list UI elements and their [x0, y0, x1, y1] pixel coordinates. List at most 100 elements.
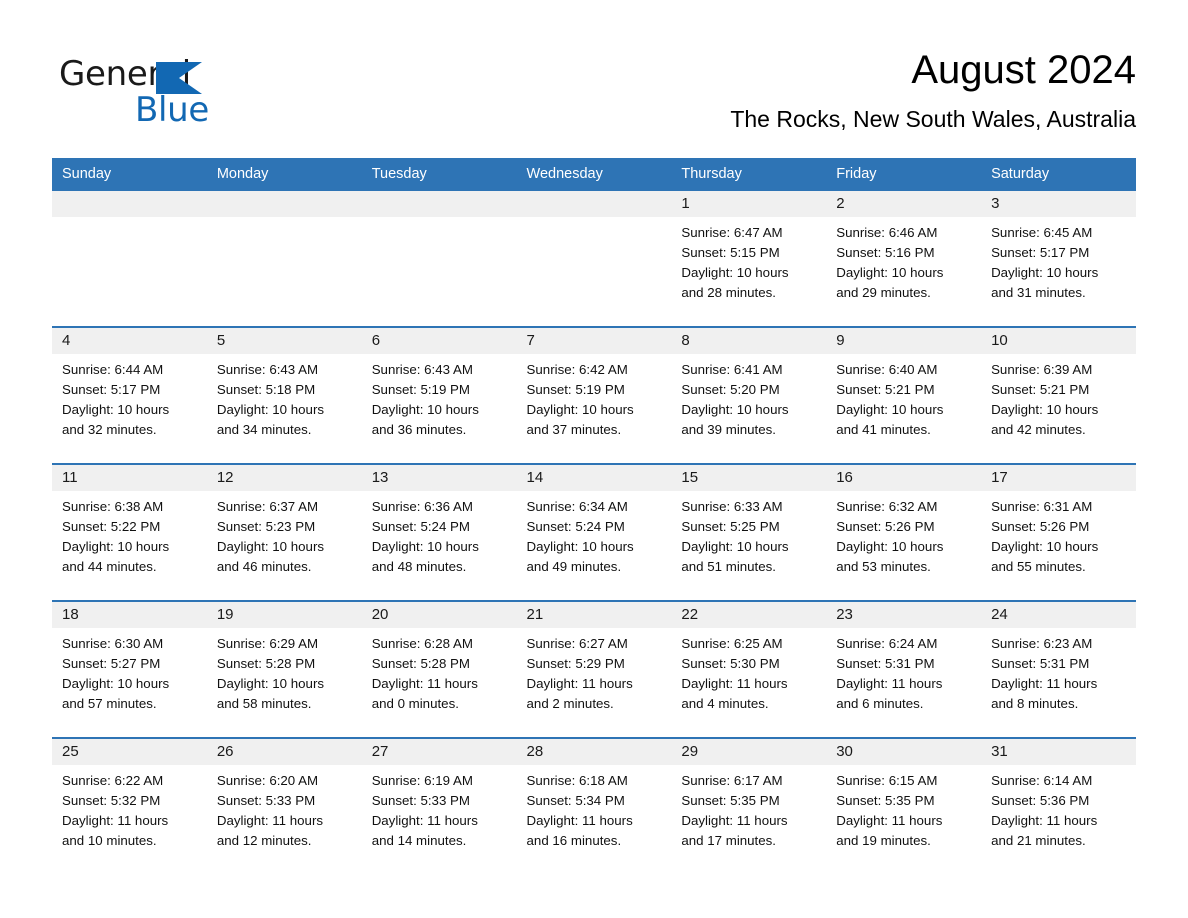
day-details: Sunrise: 6:34 AM Sunset: 5:24 PM Daylight:… — [517, 491, 672, 577]
sunset-text: Sunset: 5:17 PM — [991, 245, 1090, 260]
calendar-day-cell[interactable]: 1 Sunrise: 6:47 AM Sunset: 5:15 PM Daylight… — [671, 191, 827, 327]
daylight-text-line1: Daylight: 10 hours — [62, 539, 170, 554]
daylight-text-line2: and 29 minutes. — [836, 285, 931, 300]
calendar-day-cell[interactable]: 3 Sunrise: 6:45 AM Sunset: 5:17 PM Daylight… — [981, 191, 1136, 327]
column-header-friday: Friday — [826, 158, 982, 191]
calendar-day-cell[interactable]: 4 Sunrise: 6:44 AM Sunset: 5:17 PM Daylight… — [52, 326, 207, 464]
daylight-text-line1: Daylight: 11 hours — [681, 813, 788, 828]
page-subtitle: The Rocks, New South Wales, Australia — [730, 106, 1136, 132]
calendar-day-cell[interactable]: 19 Sunrise: 6:29 AM Sunset: 5:28 PM Dayligh… — [206, 600, 362, 738]
brand-logo[interactable]: General Blue — [59, 54, 319, 134]
calendar-day-cell[interactable]: 15 Sunrise: 6:33 AM Sunset: 5:25 PM Dayligh… — [671, 463, 827, 601]
calendar-day-cell[interactable]: 14 Sunrise: 6:34 AM Sunset: 5:24 PM Dayligh… — [516, 463, 672, 601]
calendar-day-cell[interactable]: 7 Sunrise: 6:42 AM Sunset: 5:19 PM Daylight… — [516, 326, 672, 464]
calendar-day-cell[interactable]: 6 Sunrise: 6:43 AM Sunset: 5:19 PM Daylight… — [361, 326, 517, 464]
sunset-text: Sunset: 5:15 PM — [681, 245, 780, 260]
calendar-cell-empty — [206, 191, 362, 327]
sunrise-text: Sunrise: 6:39 AM — [991, 362, 1093, 377]
daylight-text-line2: and 31 minutes. — [991, 285, 1086, 300]
daylight-text-line2: and 37 minutes. — [526, 422, 622, 437]
calendar-cell-empty — [361, 191, 517, 327]
calendar-day-cell[interactable]: 5 Sunrise: 6:43 AM Sunset: 5:18 PM Daylight… — [206, 326, 362, 464]
title-block: August 2024 The Rocks, New South Wales, … — [730, 44, 1136, 136]
calendar-day-cell[interactable]: 17 Sunrise: 6:31 AM Sunset: 5:26 PM Dayligh… — [981, 463, 1136, 601]
calendar-day-cell[interactable]: 13 Sunrise: 6:36 AM Sunset: 5:24 PM Dayligh… — [361, 463, 517, 601]
sunrise-text: Sunrise: 6:30 AM — [62, 636, 164, 651]
day-number: 8 — [671, 328, 827, 354]
day-number: 20 — [361, 602, 517, 628]
daylight-text-line2: and 14 minutes. — [371, 833, 467, 848]
daylight-text-line1: Daylight: 10 hours — [991, 265, 1099, 280]
sunset-text: Sunset: 5:24 PM — [371, 519, 470, 534]
calendar-cell-empty — [516, 191, 672, 327]
sunset-text: Sunset: 5:22 PM — [62, 519, 161, 534]
sunrise-text: Sunrise: 6:33 AM — [681, 499, 783, 514]
calendar-day-cell[interactable]: 18 Sunrise: 6:30 AM Sunset: 5:27 PM Dayligh… — [52, 600, 207, 738]
sunrise-text: Sunrise: 6:25 AM — [681, 636, 783, 651]
calendar-day-cell[interactable]: 28 Sunrise: 6:18 AM Sunset: 5:34 PM Dayligh… — [516, 737, 672, 874]
sunrise-text: Sunrise: 6:31 AM — [991, 499, 1093, 514]
calendar-day-cell[interactable]: 8 Sunrise: 6:41 AM Sunset: 5:20 PM Daylight… — [671, 326, 827, 464]
calendar-day-cell[interactable]: 29 Sunrise: 6:17 AM Sunset: 5:35 PM Dayligh… — [671, 737, 827, 874]
calendar-day-cell[interactable]: 20 Sunrise: 6:28 AM Sunset: 5:28 PM Dayligh… — [361, 600, 517, 738]
daylight-text-line2: and 51 minutes. — [681, 559, 776, 574]
daylight-text-line1: Daylight: 10 hours — [371, 539, 479, 554]
calendar-day-cell[interactable]: 30 Sunrise: 6:15 AM Sunset: 5:35 PM Dayligh… — [826, 737, 982, 874]
calendar-day-cell[interactable]: 9 Sunrise: 6:40 AM Sunset: 5:21 PM Daylight… — [826, 326, 982, 464]
sunset-text: Sunset: 5:26 PM — [836, 519, 935, 534]
calendar-day-cell[interactable]: 10 Sunrise: 6:39 AM Sunset: 5:21 PM Dayligh… — [981, 326, 1136, 464]
day-number: 2 — [826, 191, 982, 217]
daylight-text-line1: Daylight: 10 hours — [681, 539, 789, 554]
calendar-day-cell[interactable]: 21 Sunrise: 6:27 AM Sunset: 5:29 PM Dayligh… — [516, 600, 672, 738]
day-number: 9 — [826, 328, 982, 354]
calendar-day-cell[interactable]: 25 Sunrise: 6:22 AM Sunset: 5:32 PM Dayligh… — [52, 737, 207, 874]
calendar-day-cell[interactable]: 16 Sunrise: 6:32 AM Sunset: 5:26 PM Dayligh… — [826, 463, 982, 601]
sunrise-text: Sunrise: 6:41 AM — [681, 362, 783, 377]
calendar-day-cell[interactable]: 22 Sunrise: 6:25 AM Sunset: 5:30 PM Dayligh… — [671, 600, 827, 738]
calendar-day-cell[interactable]: 31 Sunrise: 6:14 AM Sunset: 5:36 PM Dayligh… — [981, 737, 1136, 874]
sunrise-text: Sunrise: 6:43 AM — [371, 362, 473, 377]
daylight-text-line2: and 34 minutes. — [216, 422, 312, 437]
day-details: Sunrise: 6:39 AM Sunset: 5:21 PM Daylight:… — [981, 354, 1136, 440]
daylight-text-line2: and 6 minutes. — [836, 696, 924, 711]
daylight-text-line2: and 55 minutes. — [991, 559, 1086, 574]
sunset-text: Sunset: 5:20 PM — [681, 382, 780, 397]
calendar-day-cell[interactable]: 26 Sunrise: 6:20 AM Sunset: 5:33 PM Dayligh… — [206, 737, 362, 874]
day-number: 6 — [361, 328, 517, 354]
day-number: 10 — [981, 328, 1136, 354]
sunset-text: Sunset: 5:26 PM — [991, 519, 1090, 534]
column-header-sunday: Sunday — [52, 158, 207, 191]
sunrise-text: Sunrise: 6:28 AM — [371, 636, 473, 651]
daylight-text-line2: and 0 minutes. — [371, 696, 459, 711]
daylight-text-line1: Daylight: 10 hours — [62, 402, 170, 417]
calendar-day-cell[interactable]: 27 Sunrise: 6:19 AM Sunset: 5:33 PM Dayligh… — [361, 737, 517, 874]
sunrise-text: Sunrise: 6:32 AM — [836, 499, 938, 514]
sunset-text: Sunset: 5:33 PM — [371, 793, 470, 808]
sunrise-text: Sunrise: 6:45 AM — [991, 225, 1093, 240]
sunset-text: Sunset: 5:31 PM — [836, 656, 935, 671]
day-details: Sunrise: 6:40 AM Sunset: 5:21 PM Daylight:… — [826, 354, 981, 440]
day-details: Sunrise: 6:46 AM Sunset: 5:16 PM Daylight:… — [826, 217, 981, 303]
calendar-week-row: 1 Sunrise: 6:47 AM Sunset: 5:15 PM Daylight… — [52, 191, 1136, 327]
day-details: Sunrise: 6:24 AM Sunset: 5:31 PM Daylight:… — [826, 628, 981, 714]
calendar-day-cell[interactable]: 12 Sunrise: 6:37 AM Sunset: 5:23 PM Dayligh… — [206, 463, 362, 601]
daylight-text-line1: Daylight: 10 hours — [681, 402, 789, 417]
day-details: Sunrise: 6:47 AM Sunset: 5:15 PM Daylight:… — [671, 217, 826, 303]
calendar-day-cell[interactable]: 24 Sunrise: 6:23 AM Sunset: 5:31 PM Dayligh… — [981, 600, 1136, 738]
calendar-header-row: Sunday Monday Tuesday Wednesday Thursday… — [52, 158, 1136, 191]
calendar-day-cell[interactable]: 11 Sunrise: 6:38 AM Sunset: 5:22 PM Dayligh… — [52, 463, 207, 601]
daylight-text-line1: Daylight: 10 hours — [216, 402, 325, 417]
day-details: Sunrise: 6:29 AM Sunset: 5:28 PM Daylight:… — [207, 628, 362, 714]
day-details: Sunrise: 6:22 AM Sunset: 5:32 PM Daylight:… — [52, 765, 207, 851]
calendar-day-cell[interactable]: 23 Sunrise: 6:24 AM Sunset: 5:31 PM Dayligh… — [826, 600, 982, 738]
day-number: 27 — [361, 739, 517, 765]
calendar-page: General Blue August 2024 The Rocks, New … — [0, 0, 1188, 918]
day-number: 26 — [206, 739, 362, 765]
daylight-text-line1: Daylight: 11 hours — [216, 813, 324, 828]
calendar-week-row: 18 Sunrise: 6:30 AM Sunset: 5:27 PM Dayligh… — [52, 600, 1136, 738]
sunset-text: Sunset: 5:28 PM — [216, 656, 316, 671]
calendar-container: Sunday Monday Tuesday Wednesday Thursday… — [52, 158, 1136, 874]
daylight-text-line2: and 57 minutes. — [62, 696, 157, 711]
calendar-day-cell[interactable]: 2 Sunrise: 6:46 AM Sunset: 5:16 PM Daylight… — [826, 191, 982, 327]
sunrise-text: Sunrise: 6:29 AM — [216, 636, 319, 651]
